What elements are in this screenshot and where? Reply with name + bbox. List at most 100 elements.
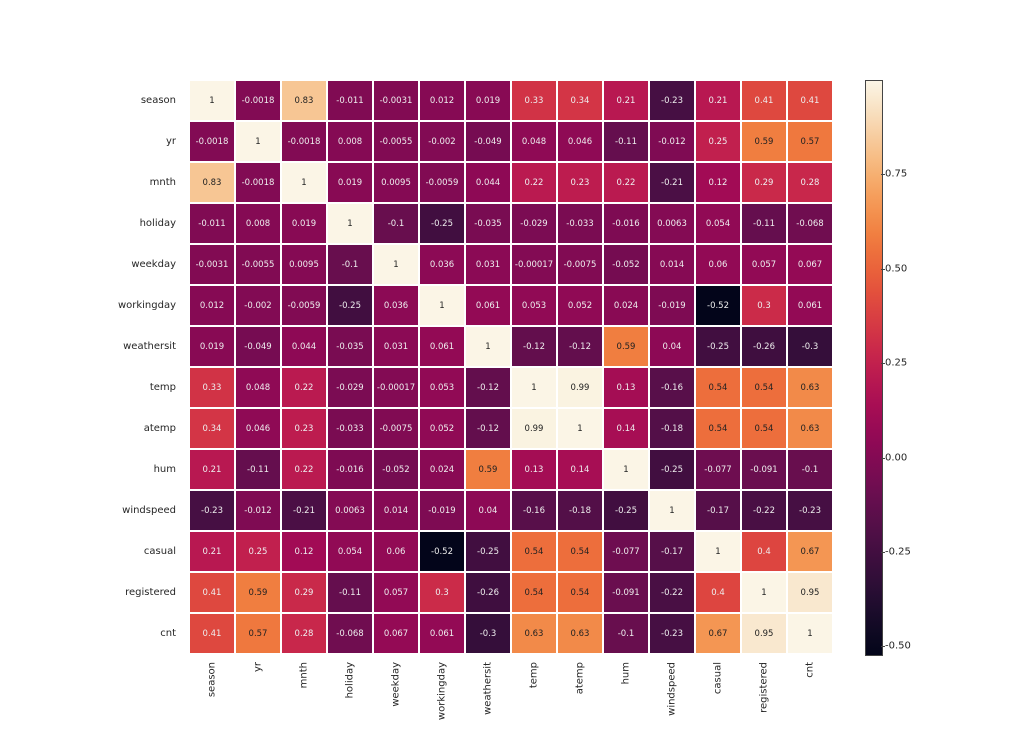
- heatmap-cell: 0.59: [741, 121, 787, 162]
- heatmap-cell: 0.0063: [327, 490, 373, 531]
- heatmap-cell: -0.17: [649, 531, 695, 572]
- colorbar-tick-label: -0.50: [885, 641, 911, 652]
- heatmap-cell: -0.033: [557, 203, 603, 244]
- heatmap-cell: 0.024: [419, 449, 465, 490]
- heatmap-cell: 0.019: [465, 80, 511, 121]
- heatmap-cell: -0.11: [603, 121, 649, 162]
- heatmap-cell: -0.25: [327, 285, 373, 326]
- heatmap-cell: 0.019: [189, 326, 235, 367]
- heatmap-cell: -0.0059: [281, 285, 327, 326]
- heatmap-cell: -0.1: [603, 613, 649, 654]
- colorbar-tick-label: 0.75: [885, 169, 907, 180]
- heatmap-row: 0.410.590.29-0.110.0570.3-0.260.540.54-0…: [189, 572, 833, 613]
- colorbar-tick-label: 0.50: [885, 263, 907, 274]
- heatmap-cell: 0.031: [465, 244, 511, 285]
- heatmap-cell: 0.54: [741, 408, 787, 449]
- heatmap-cell: 0.34: [189, 408, 235, 449]
- x-tick-label: weathersit: [465, 656, 511, 746]
- heatmap-cell: 0.14: [603, 408, 649, 449]
- heatmap-cell: 1: [235, 121, 281, 162]
- y-tick-label: yr: [0, 121, 182, 162]
- heatmap-cell: 0.21: [603, 80, 649, 121]
- heatmap-cell: 0.29: [281, 572, 327, 613]
- heatmap-cell: 1: [373, 244, 419, 285]
- x-tick-label: yr: [235, 656, 281, 746]
- heatmap-cell: 0.21: [189, 531, 235, 572]
- heatmap-cell: 0.061: [787, 285, 833, 326]
- heatmap-cell: 0.046: [235, 408, 281, 449]
- heatmap-cell: -0.029: [327, 367, 373, 408]
- y-tick-label: mnth: [0, 162, 182, 203]
- heatmap-cell: -0.52: [419, 531, 465, 572]
- heatmap-cell: -0.0075: [373, 408, 419, 449]
- heatmap-row: 0.410.570.28-0.0680.0670.061-0.30.630.63…: [189, 613, 833, 654]
- heatmap-cell: -0.1: [327, 244, 373, 285]
- heatmap-cell: -0.0018: [189, 121, 235, 162]
- heatmap-cell: 0.63: [557, 613, 603, 654]
- heatmap-cell: -0.0055: [235, 244, 281, 285]
- heatmap-cell: 0.044: [465, 162, 511, 203]
- heatmap-cell: 1: [281, 162, 327, 203]
- x-tick-label: windspeed: [649, 656, 695, 746]
- heatmap-cell: -0.068: [787, 203, 833, 244]
- heatmap-cell: -0.11: [235, 449, 281, 490]
- heatmap-cell: -0.0018: [235, 162, 281, 203]
- y-tick-label: workingday: [0, 285, 182, 326]
- colorbar-gradient: [865, 80, 883, 656]
- heatmap-cell: 0.33: [511, 80, 557, 121]
- heatmap-cell: -0.049: [235, 326, 281, 367]
- heatmap-cell: 0.061: [419, 326, 465, 367]
- heatmap-cell: -0.18: [649, 408, 695, 449]
- heatmap-cell: 0.052: [419, 408, 465, 449]
- heatmap-cell: 0.23: [281, 408, 327, 449]
- x-tick-label: holiday: [327, 656, 373, 746]
- heatmap-cell: 0.054: [695, 203, 741, 244]
- heatmap-cell: -0.00017: [511, 244, 557, 285]
- heatmap-cell: 0.95: [741, 613, 787, 654]
- heatmap-cell: 0.053: [511, 285, 557, 326]
- heatmap-cell: 0.06: [373, 531, 419, 572]
- heatmap-cell: 0.22: [281, 367, 327, 408]
- heatmap-cell: -0.012: [649, 121, 695, 162]
- heatmap-cell: -0.18: [557, 490, 603, 531]
- heatmap-cell: -0.26: [465, 572, 511, 613]
- y-tick-label: windspeed: [0, 490, 182, 531]
- heatmap-cell: -0.11: [327, 572, 373, 613]
- heatmap-cell: -0.0055: [373, 121, 419, 162]
- heatmap-cell: 0.57: [235, 613, 281, 654]
- heatmap-cell: 0.012: [189, 285, 235, 326]
- heatmap-cell: 0.59: [235, 572, 281, 613]
- x-tick-label: temp: [511, 656, 557, 746]
- heatmap-cell: 0.4: [741, 531, 787, 572]
- heatmap-cell: 0.34: [557, 80, 603, 121]
- heatmap-cell: 0.54: [557, 572, 603, 613]
- heatmap-cell: -0.035: [327, 326, 373, 367]
- heatmap-cell: -0.22: [649, 572, 695, 613]
- heatmap-cell: 0.06: [695, 244, 741, 285]
- heatmap-cell: 1: [511, 367, 557, 408]
- heatmap-cell: -0.0018: [281, 121, 327, 162]
- heatmap-cell: 0.12: [281, 531, 327, 572]
- heatmap-cell: 0.28: [281, 613, 327, 654]
- heatmap-row: 0.83-0.001810.0190.0095-0.00590.0440.220…: [189, 162, 833, 203]
- heatmap-cell: -0.23: [649, 80, 695, 121]
- heatmap-cell: 0.54: [695, 367, 741, 408]
- heatmap-cell: 0.012: [419, 80, 465, 121]
- heatmap-cell: 0.54: [511, 531, 557, 572]
- heatmap-cell: -0.035: [465, 203, 511, 244]
- heatmap-cell: -0.12: [465, 367, 511, 408]
- heatmap-cell: -0.077: [695, 449, 741, 490]
- heatmap-cell: -0.25: [465, 531, 511, 572]
- heatmap-cell: 0.019: [327, 162, 373, 203]
- heatmap-cell: -0.019: [649, 285, 695, 326]
- heatmap-cell: -0.23: [787, 490, 833, 531]
- x-tick-label: atemp: [557, 656, 603, 746]
- y-tick-label: weathersit: [0, 326, 182, 367]
- x-tick-label: workingday: [419, 656, 465, 746]
- heatmap-cell: 0.019: [281, 203, 327, 244]
- heatmap-cell: 0.59: [465, 449, 511, 490]
- heatmap-cell: 0.008: [327, 121, 373, 162]
- heatmap-cell: -0.0018: [235, 80, 281, 121]
- heatmap-cell: 0.25: [235, 531, 281, 572]
- heatmap-cell: -0.21: [281, 490, 327, 531]
